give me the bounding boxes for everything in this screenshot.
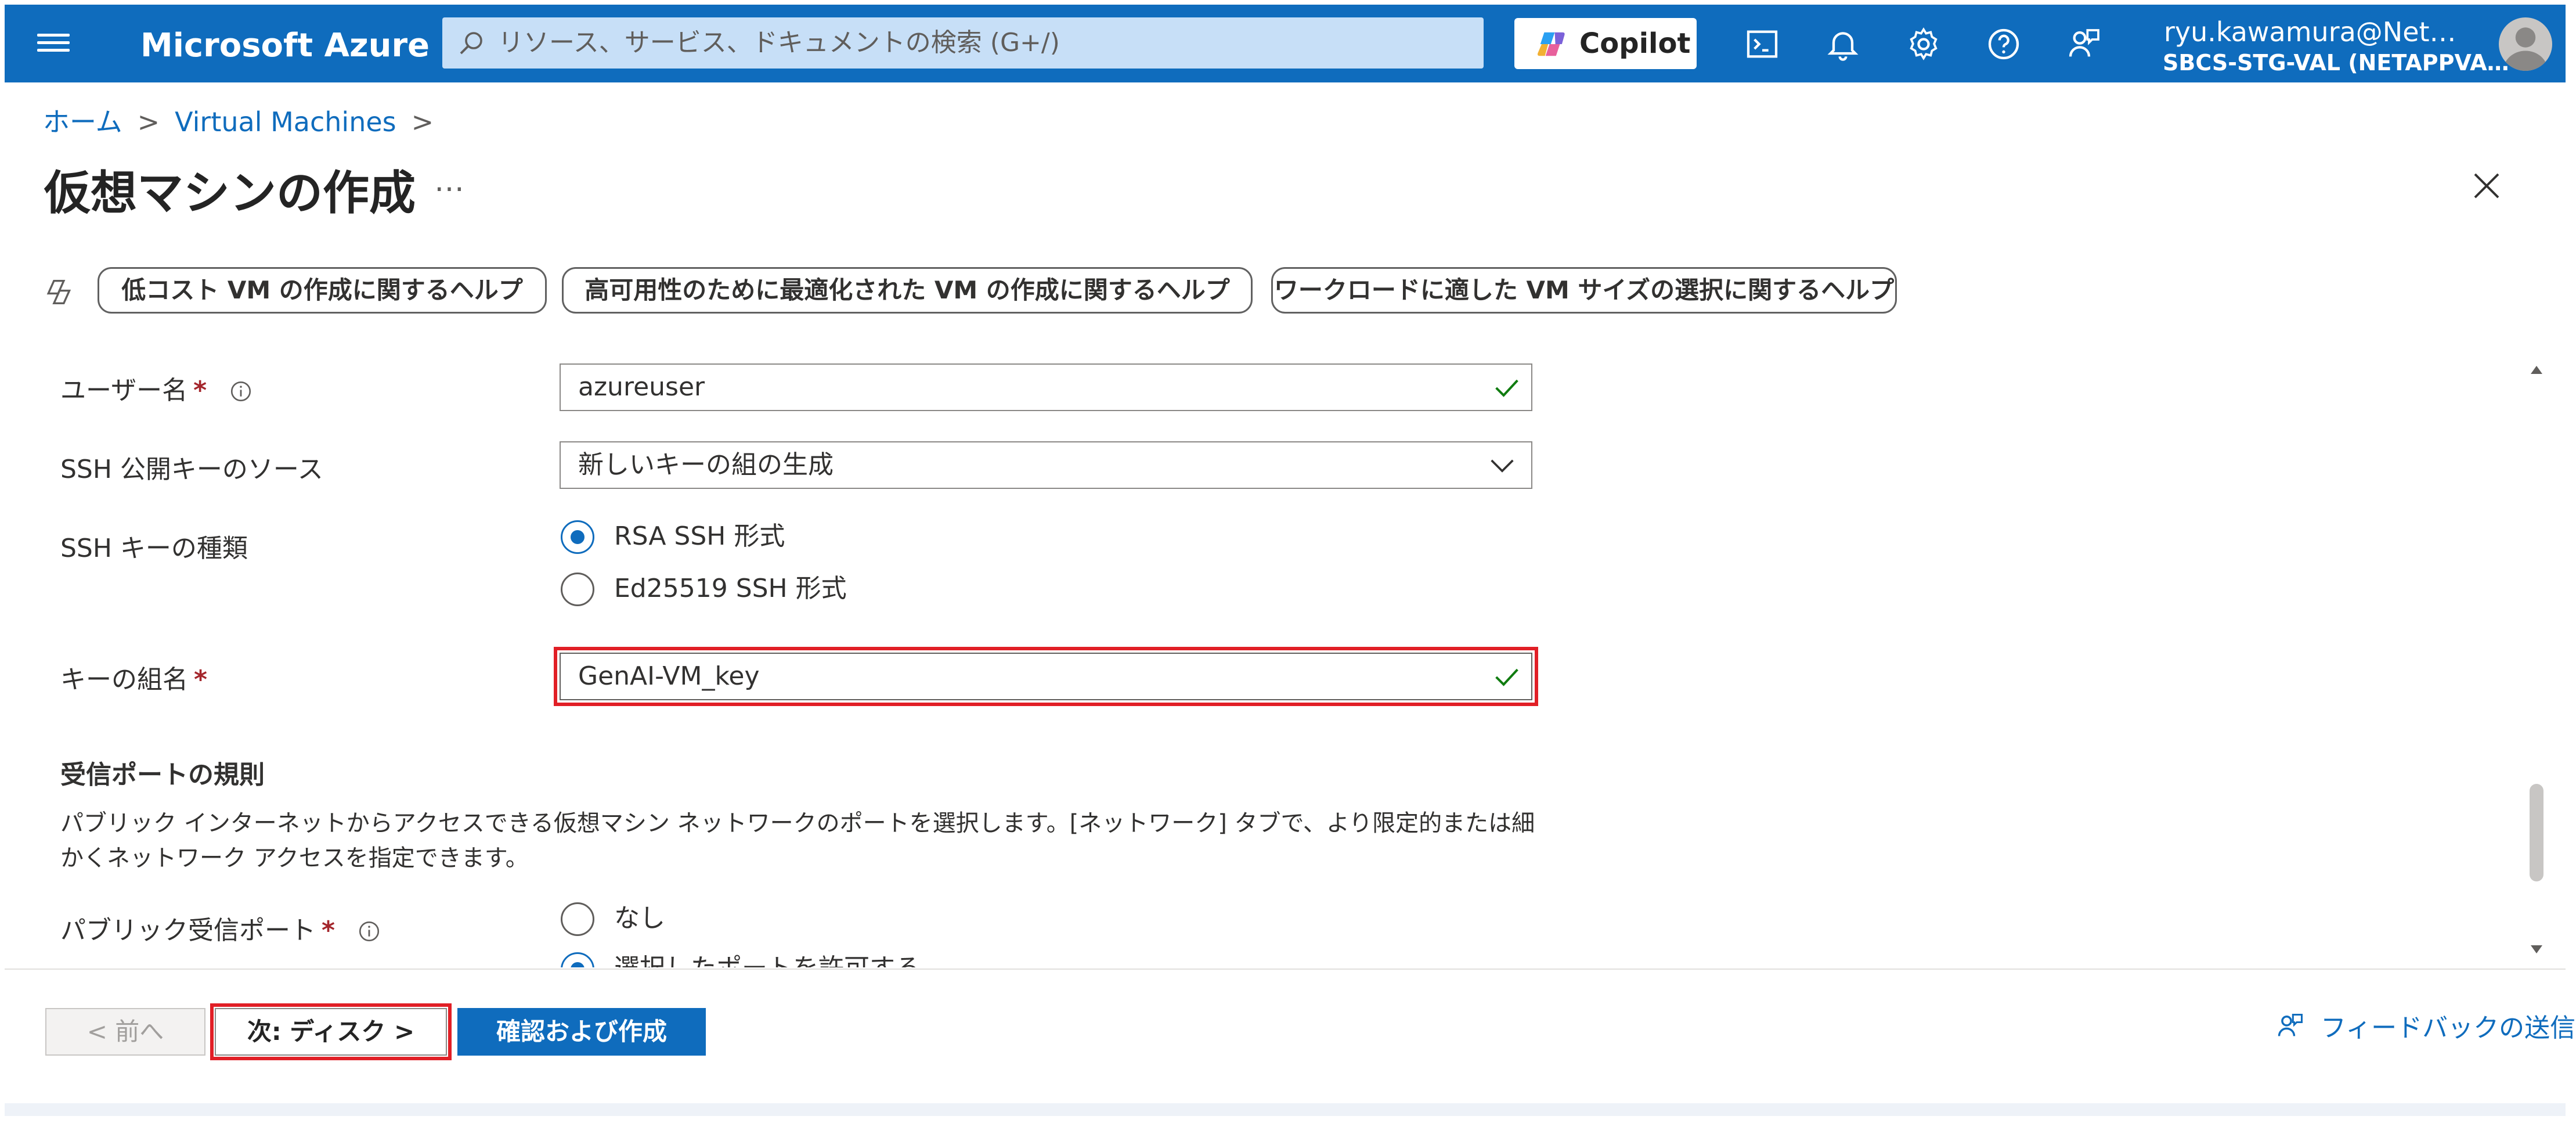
help-icon[interactable] [1985,26,2022,63]
breadcrumb-separator-icon: > [411,106,434,138]
feedback-icon[interactable] [2066,26,2103,63]
help-chip-vm-size[interactable]: ワークロードに適した VM サイズの選択に関するヘルプ [1271,267,1897,314]
inbound-rules-heading: 受信ポートの規則 [60,760,265,790]
key-pair-name-value: GenAI-VM_key [578,661,760,691]
public-inbound-ports-label-text: パブリック受信ポート [60,916,316,945]
avatar[interactable] [2499,17,2552,71]
footer-divider [5,969,2566,970]
more-options-button[interactable]: … [434,164,464,199]
copilot-icon [1538,32,1565,56]
username-value: azureuser [578,372,705,402]
breadcrumb-virtual-machines[interactable]: Virtual Machines [175,106,396,138]
send-feedback-link[interactable]: フィードバックの送信 [2275,1007,2575,1044]
inbound-rules-description: パブリック インターネットからアクセスできる仮想マシン ネットワークのポートを選… [60,810,1535,872]
top-bar: Microsoft Azure リソース、サービス、ドキュメントの検索 (G+/… [5,5,2566,82]
notifications-icon[interactable] [1824,26,1861,63]
radio-button-selected[interactable] [561,952,594,967]
breadcrumb: ホーム > Virtual Machines > [43,101,449,139]
account-tenant[interactable]: SBCS-STG-VAL (NETAPPVA… [2163,50,2509,75]
review-create-button[interactable]: 確認および作成 [457,1008,706,1056]
feedback-icon [2278,1013,2303,1036]
menu-icon[interactable] [37,29,70,57]
radio-ed25519-ssh-label: Ed25519 SSH 形式 [614,574,847,603]
help-chip-high-availability-vm[interactable]: 高可用性のために最適化された VM の作成に関するヘルプ [562,267,1253,314]
breadcrumb-separator-icon: > [137,106,160,138]
copilot-help-icon [46,279,71,305]
valid-check-icon [1495,379,1518,397]
account-name[interactable]: ryu.kawamura@Net… [2164,16,2456,48]
brand-title[interactable]: Microsoft Azure [140,27,430,64]
info-icon[interactable] [229,379,253,404]
clipped-option-area: 選択したポートを許可する [561,952,1083,967]
scroll-down-arrow-icon[interactable] [2531,945,2542,953]
ssh-source-value: 新しいキーの組の生成 [578,450,834,480]
radio-button[interactable] [561,573,594,606]
username-input[interactable]: azureuser [560,363,1532,411]
radio-rsa-ssh-label: RSA SSH 形式 [614,521,785,551]
breadcrumb-home[interactable]: ホーム [43,106,122,138]
public-inbound-ports-label: パブリック受信ポート * [60,909,381,946]
previous-button[interactable]: < 前へ [45,1008,205,1056]
chevron-down-icon [1491,459,1514,473]
bottom-strip [5,1103,2566,1116]
radio-allow-selected-ports-label: 選択したポートを許可する [614,952,921,967]
key-pair-name-label: キーの組名 * [60,658,207,696]
required-mark: * [193,376,207,405]
key-pair-name-input[interactable]: GenAI-VM_key [554,647,1538,706]
settings-icon[interactable] [1905,26,1942,63]
radio-button[interactable] [561,902,594,936]
user-avatar-icon [2503,27,2548,71]
radio-no-ports-label: なし [614,903,665,933]
valid-check-icon [1495,668,1518,686]
username-label-text: ユーザー名 [60,376,188,405]
info-icon[interactable] [357,919,381,944]
cloud-shell-icon[interactable] [1744,26,1781,63]
required-mark: * [194,665,208,694]
ssh-key-type-label: SSH キーの種類 [60,534,248,563]
scroll-thumb[interactable] [2530,784,2543,881]
ssh-source-label: SSH 公開キーのソース [60,455,323,484]
ssh-source-select[interactable]: 新しいキーの組の生成 [560,441,1532,489]
search-input[interactable]: リソース、サービス、ドキュメントの検索 (G+/) [442,17,1484,69]
send-feedback-label: フィードバックの送信 [2321,1013,2576,1043]
scroll-up-arrow-icon[interactable] [2531,366,2542,374]
page-title: 仮想マシンの作成 [44,166,416,220]
radio-button-selected[interactable] [561,520,594,554]
username-label: ユーザー名 * [60,369,253,406]
next-disks-button[interactable]: 次: ディスク > [210,1003,452,1060]
search-icon [460,32,482,55]
help-chip-low-cost-vm[interactable]: 低コスト VM の作成に関するヘルプ [98,267,547,314]
key-pair-name-label-text: キーの組名 [60,665,188,694]
required-mark: * [322,916,335,945]
close-icon[interactable] [2469,168,2504,203]
scrollbar[interactable] [2525,354,2548,964]
